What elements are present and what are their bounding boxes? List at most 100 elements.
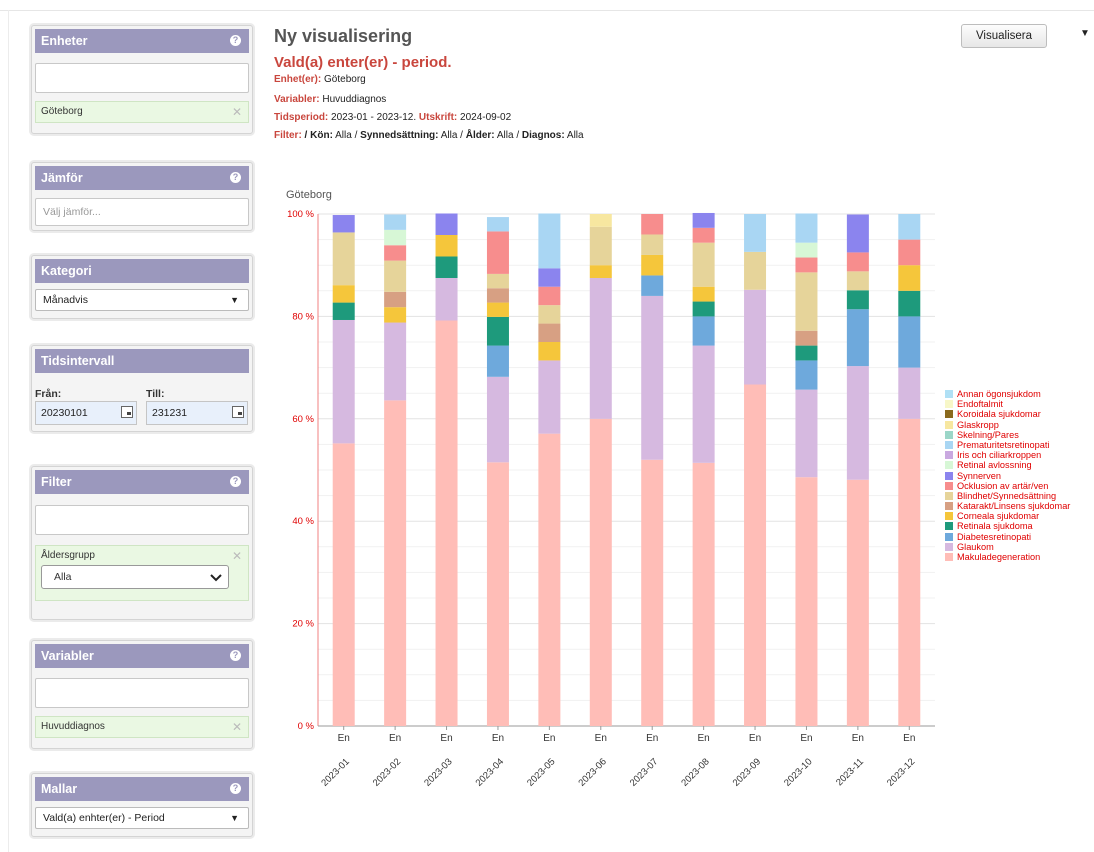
variabler-search-input[interactable] (35, 678, 249, 708)
legend-item[interactable]: Glaukom (945, 542, 1070, 552)
bar-segment (846, 214, 869, 253)
info-icon[interactable]: ? (230, 650, 241, 661)
x-tick-label: 2023-09 (731, 756, 763, 788)
legend-swatch (945, 410, 953, 419)
bar-segment (692, 316, 715, 346)
legend-label: Koroidala sjukdomar (957, 409, 1041, 420)
remove-icon[interactable]: ✕ (232, 717, 242, 737)
legend-item[interactable]: Blindhet/Synnedsättning (945, 491, 1070, 501)
legend-item[interactable]: Diabetesretinopati (945, 532, 1070, 542)
visualize-button[interactable]: Visualisera (961, 24, 1047, 48)
legend-swatch (945, 400, 953, 409)
jamfor-select[interactable]: Välj jämför... (35, 198, 249, 226)
enheter-panel: Enheter? Göteborg ✕ (31, 25, 253, 134)
from-date-input[interactable]: 20230101 (35, 401, 137, 425)
remove-icon[interactable]: ✕ (232, 546, 242, 566)
legend-label: Blindhet/Synnedsättning (957, 490, 1057, 501)
calendar-icon[interactable] (232, 406, 244, 418)
legend-label: Glaskropp (957, 419, 999, 430)
info-icon[interactable]: ? (230, 783, 241, 794)
bar-segment (846, 271, 869, 291)
bar-label: En (492, 733, 504, 744)
bar-segment (435, 213, 458, 235)
bar-segment (486, 302, 509, 317)
calendar-icon[interactable] (121, 406, 133, 418)
legend-item[interactable]: Corneala sjukdomar (945, 511, 1070, 521)
bar-segment (795, 257, 818, 273)
bar-segment (589, 418, 612, 726)
bar-label: En (389, 733, 401, 744)
y-tick-label: 80 % (292, 311, 314, 322)
enheter-search-input[interactable] (35, 63, 249, 93)
legend-item[interactable]: Koroidala sjukdomar (945, 409, 1070, 419)
bar-segment (692, 286, 715, 302)
bar-segment (538, 323, 561, 342)
info-icon[interactable]: ? (230, 172, 241, 183)
bar-segment (538, 213, 561, 269)
legend-label: Prematuritetsretinopati (957, 439, 1050, 450)
legend-item[interactable]: Retinal avlossning (945, 460, 1070, 470)
bar-segment (589, 214, 612, 227)
legend-item[interactable]: Synnerven (945, 471, 1070, 481)
legend-item[interactable]: Katarakt/Linsens sjukdomar (945, 501, 1070, 511)
x-tick-label: 2023-10 (782, 756, 814, 788)
legend-swatch (945, 522, 953, 531)
legend-item[interactable]: Iris och ciliarkroppen (945, 450, 1070, 460)
bar-label: En (338, 733, 350, 744)
bar-segment (692, 462, 715, 726)
bar-segment (795, 360, 818, 390)
legend-item[interactable]: Glaskropp (945, 420, 1070, 430)
legend-item[interactable]: Retinala sjukdoma (945, 521, 1070, 531)
x-tick-label: 2023-05 (525, 756, 557, 788)
x-tick-label: 2023-02 (371, 756, 403, 788)
bar-segment (692, 242, 715, 287)
bar-segment (384, 400, 407, 726)
bar-segment (846, 290, 869, 310)
bar-segment (332, 443, 355, 726)
variabler-header: Variabler? (35, 644, 249, 668)
bar-label: En (903, 733, 915, 744)
bar-segment (641, 275, 664, 296)
info-icon[interactable]: ? (230, 35, 241, 46)
legend-item[interactable]: Prematuritetsretinopati (945, 440, 1070, 450)
mallar-select[interactable]: Vald(a) enhter(er) - Period ▼ (35, 807, 249, 829)
legend-item[interactable]: Endoftalmit (945, 399, 1070, 409)
age-group-select[interactable]: Alla (41, 565, 229, 589)
to-date-input[interactable]: 231231 (146, 401, 248, 425)
legend-item[interactable]: Ocklusion av artär/ven (945, 481, 1070, 491)
info-icon[interactable]: ? (230, 476, 241, 487)
legend-item[interactable]: Annan ögonsjukdom (945, 389, 1070, 399)
bar-segment (795, 389, 818, 478)
x-tick-label: 2023-04 (474, 756, 506, 788)
legend-label: Diabetesretinopati (957, 531, 1032, 542)
bar-segment (538, 305, 561, 324)
caret-down-icon: ▼ (230, 295, 239, 305)
bar-segment (384, 322, 407, 401)
variabler-chip: Huvuddiagnos ✕ (35, 716, 249, 738)
remove-icon[interactable]: ✕ (232, 102, 242, 122)
y-tick-label: 40 % (292, 516, 314, 527)
y-tick-label: 20 % (292, 619, 314, 630)
from-label: Från: (35, 388, 62, 400)
legend-swatch (945, 420, 953, 429)
legend-item[interactable]: Makuladegeneration (945, 552, 1070, 562)
bar-segment (538, 286, 561, 306)
kategori-select[interactable]: Månadvis ▼ (35, 289, 249, 311)
legend-item[interactable]: Skelning/Pares (945, 430, 1070, 440)
bar-segment (846, 309, 869, 367)
bar-segment (486, 217, 509, 232)
bar-segment (795, 213, 818, 243)
filter-panel: Filter? Åldersgrupp ✕ Alla (31, 466, 253, 620)
menu-dropdown-icon[interactable]: ▼ (1080, 28, 1090, 39)
filter-header: Filter? (35, 470, 249, 494)
legend-label: Retinal avlossning (957, 460, 1032, 471)
bar-segment (332, 319, 355, 444)
bar-segment (846, 366, 869, 480)
bar-segment (898, 290, 921, 317)
legend-swatch (945, 451, 953, 460)
mallar-panel: Mallar? Vald(a) enhter(er) - Period ▼ (31, 773, 253, 837)
bar-segment (744, 214, 767, 252)
filter-search-input[interactable] (35, 505, 249, 535)
legend-label: Endoftalmit (957, 399, 1003, 410)
legend-label: Retinala sjukdoma (957, 521, 1033, 532)
